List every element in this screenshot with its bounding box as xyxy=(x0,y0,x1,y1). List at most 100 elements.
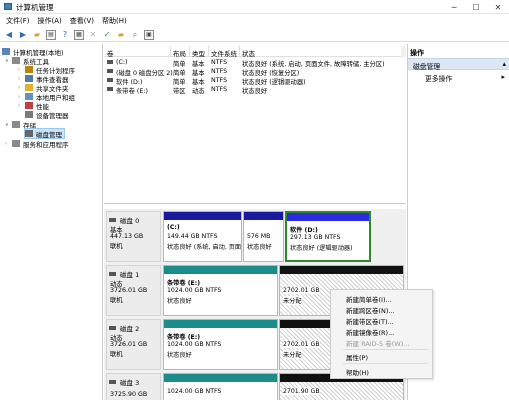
partition-status: 状态良好 xyxy=(167,352,192,359)
partition[interactable]: (C:) 149.44 GB NTFS 状态良好 (系统, 启动, 页面 xyxy=(163,211,242,262)
expand-icon[interactable]: › xyxy=(5,141,12,147)
back-arrow-icon[interactable]: ◀ xyxy=(4,30,14,40)
expand-icon[interactable]: › xyxy=(18,94,25,100)
performance-icon xyxy=(25,102,33,109)
tree-item-disk-management[interactable]: 磁盘管理 xyxy=(24,128,65,139)
partition[interactable]: 576 MB 状态良好 xyxy=(243,211,284,262)
actions-title: 操作 xyxy=(410,49,424,57)
partition-selected[interactable]: 软件 (D:) 297.13 GB NTFS 状态良好 (逻辑驱动器) xyxy=(285,211,371,262)
disk-row: 磁盘 0 基本 447.13 GB 联机 (C:) 149.44 GB NTFS… xyxy=(104,211,406,262)
search-icon[interactable]: ⌕ xyxy=(130,30,140,40)
menu-view[interactable]: 查看(V) xyxy=(70,16,94,26)
tree-item-device-manager[interactable]: 设备管理器 xyxy=(25,110,69,120)
disk-icon xyxy=(109,326,116,330)
collapse-icon[interactable]: ∨ xyxy=(5,58,12,64)
menu-item-new-raid5-volume[interactable]: 新建 RAID-5 卷(W)... xyxy=(346,338,409,348)
show-tree-icon[interactable]: ▤ xyxy=(46,29,56,40)
partition-status: 状态良好 xyxy=(247,244,272,251)
expand-icon[interactable]: › xyxy=(18,67,25,73)
menu-help[interactable]: 帮助(H) xyxy=(102,16,127,26)
volume-list-header: 卷 布局 类型 文件系统 状态 xyxy=(104,46,406,58)
expand-icon[interactable]: › xyxy=(18,85,25,91)
menu-item-new-simple-volume[interactable]: 新建简单卷(I)... xyxy=(346,294,392,304)
clock-icon xyxy=(25,66,33,73)
navigation-tree: 计算机管理(本地) ∨ 系统工具 › 任务计划程序 › 事件查看器 › 共享文件… xyxy=(0,44,103,400)
disk-info[interactable]: 磁盘 0 基本 447.13 GB 联机 xyxy=(106,211,161,262)
column-type[interactable]: 类型 xyxy=(192,48,205,58)
partition-size: 2702.01 GB xyxy=(283,287,320,294)
partition-size: 1024.00 GB NTFS xyxy=(167,341,222,348)
users-icon xyxy=(25,93,33,100)
tree-item-services-apps[interactable]: › 服务和应用程序 xyxy=(5,139,69,149)
partition[interactable]: 条带卷 (E:) 1024.00 GB NTFS 状态良好 xyxy=(163,319,278,370)
computer-management-icon xyxy=(4,3,12,10)
disk-name: 磁盘 2 xyxy=(120,325,140,333)
disk-state: 联机 xyxy=(110,243,123,250)
column-filesystem[interactable]: 文件系统 xyxy=(211,48,237,58)
actions-section-disk-management[interactable]: 磁盘管理 ▴ xyxy=(408,58,509,71)
folder-up-icon[interactable]: ▰ xyxy=(32,30,42,40)
expand-icon[interactable]: › xyxy=(18,76,25,82)
properties-icon[interactable]: ▦ xyxy=(74,29,84,40)
disk-size: 3726.01 GB xyxy=(110,341,148,348)
context-menu: 新建简单卷(I)... 新建跨区卷(N)... 新建带区卷(T)... 新建镜像… xyxy=(330,289,433,379)
menu-item-new-spanned-volume[interactable]: 新建跨区卷(N)... xyxy=(346,305,395,315)
volume-icon xyxy=(107,69,113,73)
menu-item-properties[interactable]: 属性(P) xyxy=(346,352,368,362)
column-status[interactable]: 状态 xyxy=(242,48,255,58)
table-row[interactable]: 条带卷 (E:) 带区 动态 NTFS 状态良好 xyxy=(104,85,406,95)
window-controls: ─ ☐ ✕ xyxy=(443,0,509,14)
more-actions-link[interactable]: 更多操作 xyxy=(425,73,452,83)
column-volume[interactable]: 卷 xyxy=(107,48,114,58)
partition-title: 软件 (D:) xyxy=(290,227,318,234)
computer-icon xyxy=(2,48,10,55)
close-doc-icon[interactable]: ✕ xyxy=(88,30,98,40)
collapse-icon[interactable]: ∨ xyxy=(5,122,12,128)
table-row[interactable]: (磁盘 0 磁盘分区 2) 简单 基本 NTFS 状态良好 (恢复分区) xyxy=(104,67,406,77)
forward-arrow-icon[interactable]: ▶ xyxy=(18,30,28,40)
help-icon[interactable]: ? xyxy=(60,30,70,40)
menu-item-help[interactable]: 帮助(H) xyxy=(346,367,369,377)
menu-item-new-mirrored-volume[interactable]: 新建镜像卷(R)... xyxy=(346,327,394,337)
disk-info[interactable]: 磁盘 2 动态 3726.01 GB 联机 xyxy=(106,319,161,370)
check-icon[interactable]: ✓ xyxy=(102,30,112,40)
shared-folder-icon xyxy=(25,84,33,91)
partition[interactable]: 条带卷 (E:) 1024.00 GB NTFS 状态良好 xyxy=(163,265,278,316)
device-manager-icon xyxy=(25,111,33,118)
menu-bar: 文件(F) 操作(A) 查看(V) 帮助(H) xyxy=(0,15,509,27)
minimize-button[interactable]: ─ xyxy=(443,0,465,14)
services-icon xyxy=(12,140,20,147)
scrollbar[interactable] xyxy=(401,46,406,57)
table-row[interactable]: (C:) 简单 基本 NTFS 状态良好 (系统, 启动, 页面文件, 故障转储… xyxy=(104,58,406,68)
disk-info[interactable]: 磁盘 3 3725.90 GB xyxy=(106,373,161,400)
chevron-right-icon[interactable]: ▸ xyxy=(501,73,505,81)
open-folder-icon[interactable]: ▰ xyxy=(116,30,126,40)
partition-size: 1024.00 GB NTFS xyxy=(167,388,222,395)
menu-item-new-striped-volume[interactable]: 新建带区卷(T)... xyxy=(346,316,394,326)
maximize-button[interactable]: ☐ xyxy=(465,0,487,14)
partition-size: 576 MB xyxy=(247,233,271,240)
disk-size: 3725.90 GB xyxy=(110,391,148,398)
expand-icon[interactable]: › xyxy=(18,103,25,109)
partition-status: 状态良好 (系统, 启动, 页面 xyxy=(167,244,242,251)
window-title: 计算机管理 xyxy=(16,3,54,12)
collapse-up-icon[interactable]: ▴ xyxy=(502,60,506,68)
menu-divider xyxy=(343,363,428,364)
menu-file[interactable]: 文件(F) xyxy=(6,16,30,26)
volume-list: 卷 布局 类型 文件系统 状态 (C:) 简单 基本 NTFS 状态良好 (系统… xyxy=(104,44,406,204)
event-log-icon xyxy=(25,75,33,82)
volume-icon xyxy=(107,78,113,82)
partition-status: 未分配 xyxy=(283,350,302,359)
partition[interactable]: 1024.00 GB NTFS xyxy=(163,373,278,400)
disk-name: 磁盘 3 xyxy=(120,379,140,387)
close-button[interactable]: ✕ xyxy=(487,0,509,14)
disk-info[interactable]: 磁盘 1 动态 3726.01 GB 联机 xyxy=(106,265,161,316)
menu-action[interactable]: 操作(A) xyxy=(38,16,62,26)
disk-icon xyxy=(109,272,116,276)
disk-size: 447.13 GB xyxy=(110,233,144,240)
disk-state: 联机 xyxy=(110,351,123,358)
tree-item-storage[interactable]: ∨ 存储 xyxy=(5,120,36,130)
view-icon[interactable]: ▣ xyxy=(144,29,154,40)
column-layout[interactable]: 布局 xyxy=(173,48,186,58)
table-row[interactable]: 软件 (D:) 简单 基本 NTFS 状态良好 (逻辑驱动器) xyxy=(104,76,406,86)
